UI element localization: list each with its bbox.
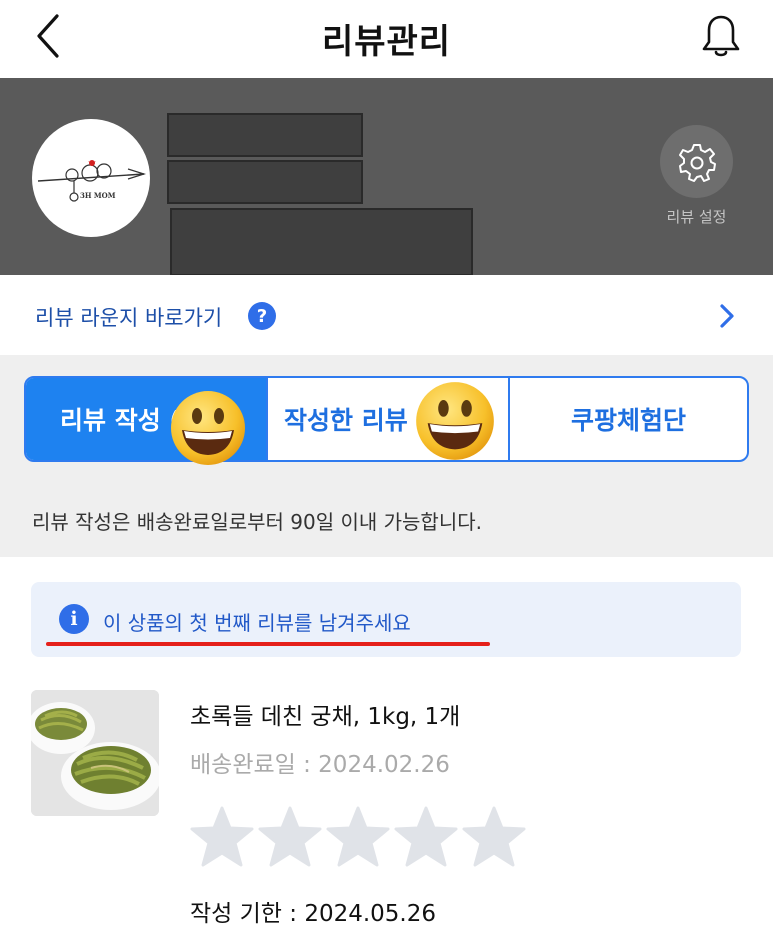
info-icon: i <box>59 604 89 634</box>
smiley-emoji-icon <box>171 391 245 465</box>
help-icon[interactable]: ? <box>248 302 276 330</box>
gear-icon <box>678 143 716 182</box>
product-image-icon <box>31 690 159 816</box>
redacted-info <box>167 160 363 204</box>
tab-write-review-label: 리뷰 작성 ( <box>60 406 181 435</box>
review-deadline: 작성 기한 : 2024.05.26 <box>190 901 437 927</box>
top-app-bar: 리뷰관리 <box>0 0 773 78</box>
star-1-icon[interactable] <box>190 806 254 868</box>
product-thumbnail[interactable] <box>31 690 159 816</box>
star-4-icon[interactable] <box>394 806 458 868</box>
tab-written-reviews-label: 작성한 리뷰 <box>284 406 408 435</box>
review-lounge-label: 리뷰 라운지 바로가기 <box>35 306 223 330</box>
review-settings-label: 리뷰 설정 <box>666 208 727 226</box>
tab-coupang-experience-label: 쿠팡체험단 <box>570 406 686 435</box>
star-5-icon[interactable] <box>462 806 526 868</box>
redacted-details <box>170 208 473 276</box>
delivery-date: 배송완료일 : 2024.02.26 <box>190 752 450 778</box>
smiley-emoji-icon <box>416 382 494 460</box>
review-tabs: 리뷰 작성 ( 작성한 리뷰 쿠팡체험단 <box>24 376 749 462</box>
notifications-button[interactable] <box>697 12 745 60</box>
avatar[interactable]: 3H MOM <box>32 119 150 237</box>
review-lounge-link[interactable]: 리뷰 라운지 바로가기 ? <box>0 275 773 355</box>
first-review-message: 이 상품의 첫 번째 리뷰를 남겨주세요 <box>103 611 411 635</box>
red-annotation-underline <box>46 642 490 646</box>
tab-coupang-experience[interactable]: 쿠팡체험단 <box>508 378 747 460</box>
bell-icon <box>702 15 740 57</box>
review-settings-button[interactable] <box>660 125 733 198</box>
review-tab-section: 리뷰 작성 ( 작성한 리뷰 쿠팡체험단 리뷰 작성은 배송완료일로부터 90일… <box>0 355 773 557</box>
cat-logo-icon <box>37 160 147 202</box>
star-2-icon[interactable] <box>258 806 322 868</box>
review-period-notice: 리뷰 작성은 배송완료일로부터 90일 이내 가능합니다. <box>32 510 482 534</box>
product-name[interactable]: 초록들 데친 궁채, 1kg, 1개 <box>190 697 460 731</box>
page-title: 리뷰관리 <box>321 22 452 62</box>
chevron-right-icon <box>720 304 734 328</box>
star-rating <box>190 806 526 868</box>
star-3-icon[interactable] <box>326 806 390 868</box>
redacted-name <box>167 113 363 157</box>
profile-banner: 3H MOM 리뷰 설정 <box>0 78 773 276</box>
avatar-caption: 3H MOM <box>80 191 116 200</box>
